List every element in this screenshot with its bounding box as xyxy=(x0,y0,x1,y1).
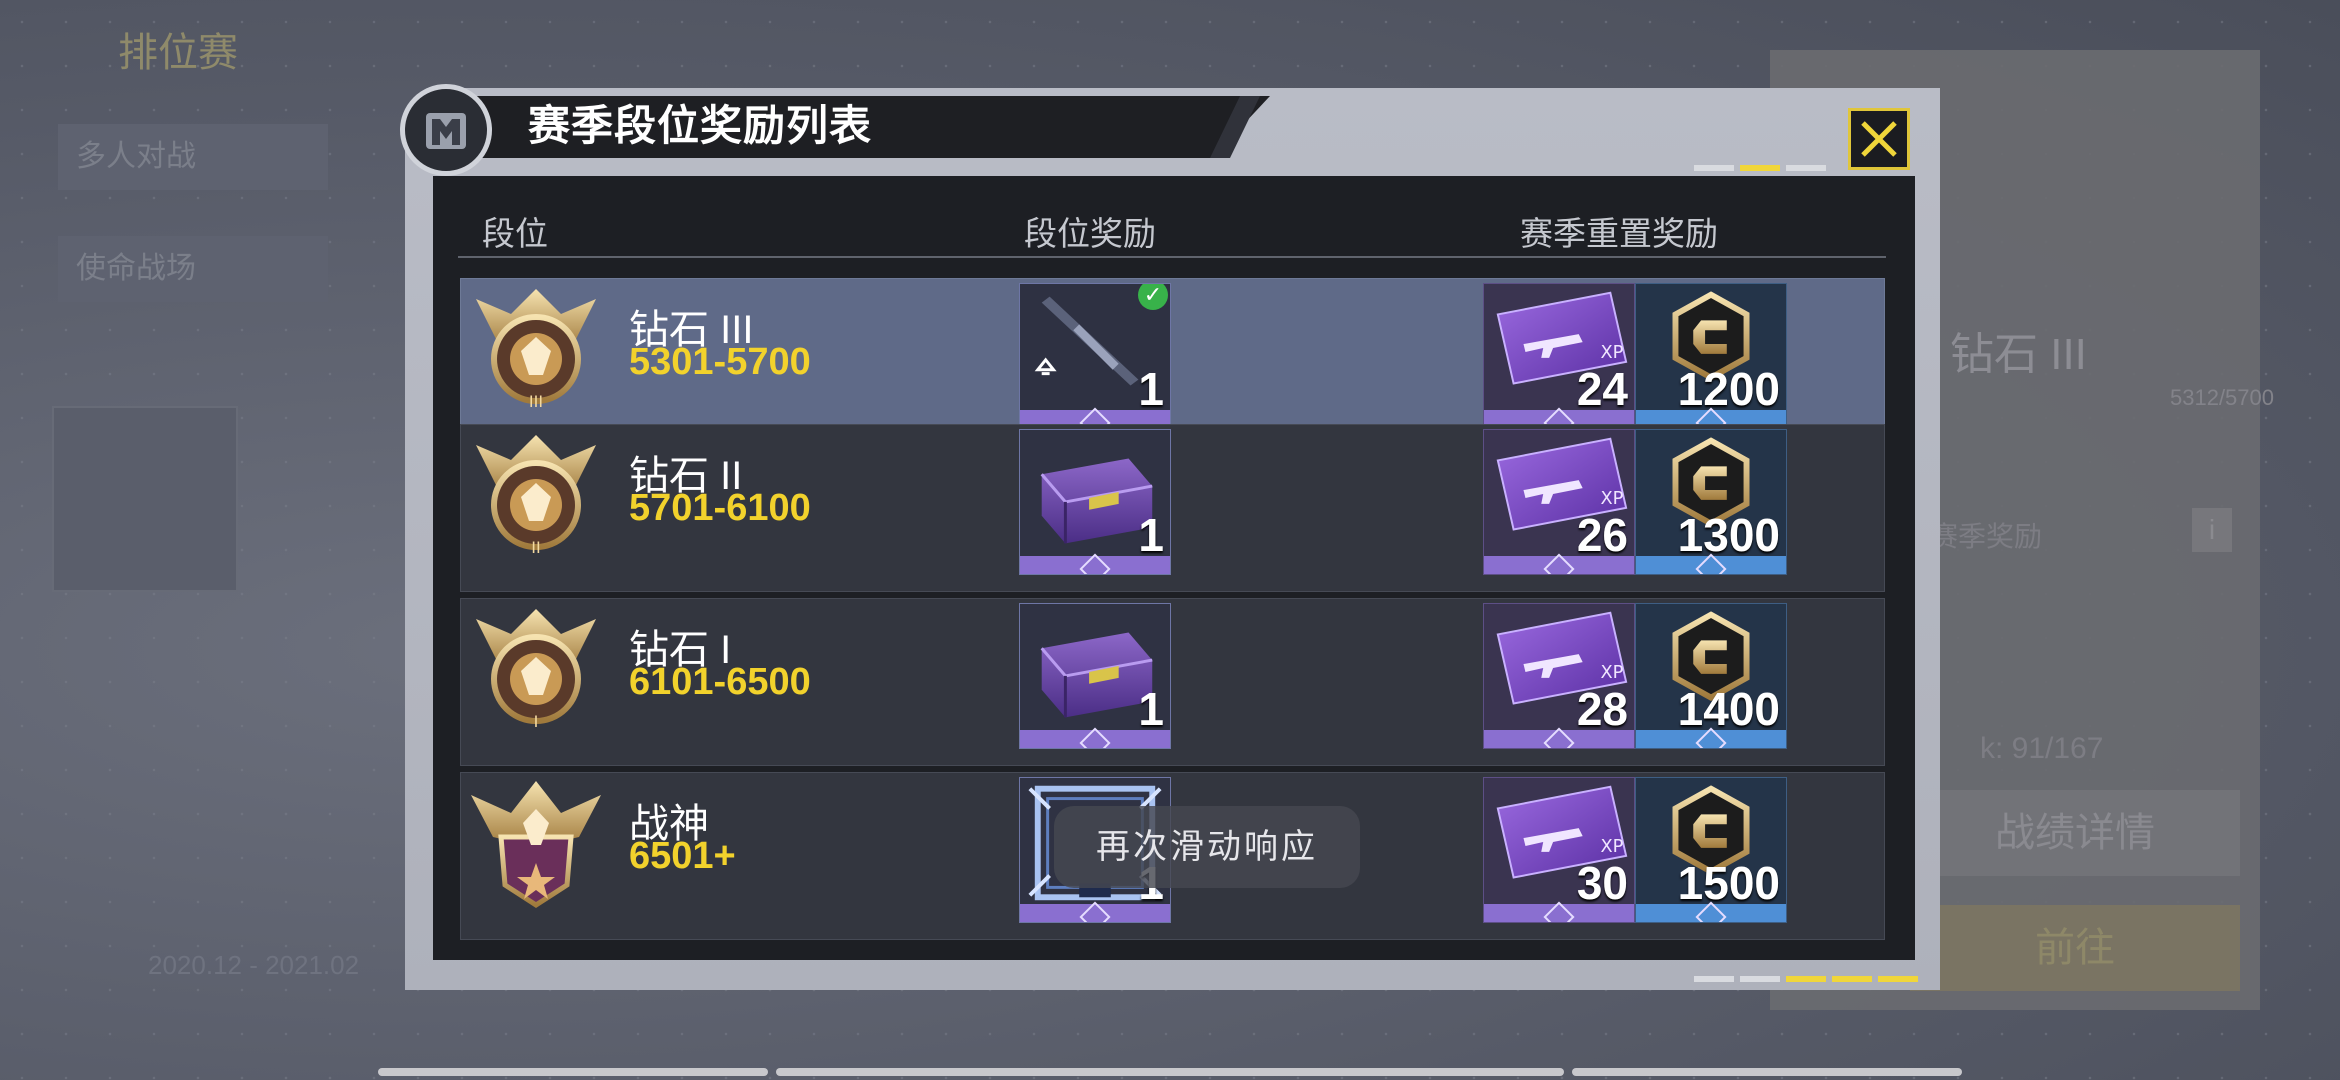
cod-points-tile[interactable]: 1200 xyxy=(1635,283,1787,429)
page-indicator-top xyxy=(1694,165,1826,171)
rank-reward-tile[interactable]: ✓ 1 xyxy=(1019,283,1171,429)
legendary-rank-badge-icon xyxy=(471,781,601,908)
info-icon: i xyxy=(2192,508,2232,552)
rank-row-current[interactable]: III 钻石 III 5301-5700 ✓ 1 XP 24 1200 xyxy=(460,278,1885,446)
rarity-bar xyxy=(1484,553,1634,574)
bg-stat: k: 91/167 xyxy=(1980,732,2104,765)
xp-card-count: 24 xyxy=(1576,363,1628,415)
gem-icon xyxy=(1543,901,1575,922)
header-divider xyxy=(458,256,1886,258)
rank-points-range: 5301-5700 xyxy=(629,341,811,383)
page-indicator-bottom xyxy=(1694,976,1918,982)
diamond-rank-badge-icon: I xyxy=(476,609,596,731)
gem-icon xyxy=(1079,553,1111,574)
page-dot xyxy=(1740,976,1780,982)
reward-count: 1 xyxy=(1138,509,1164,561)
rarity-bar xyxy=(1020,901,1170,922)
gem-icon xyxy=(1695,727,1727,748)
gem-icon xyxy=(1079,727,1111,748)
rarity-bar xyxy=(1636,727,1786,748)
bg-season-rewards-label: 赛季奖励 xyxy=(1930,521,2043,552)
rank-points-range: 5701-6100 xyxy=(629,487,811,529)
season-logo-icon xyxy=(426,113,466,149)
svg-text:XP: XP xyxy=(1600,663,1623,683)
page-dot xyxy=(1694,976,1734,982)
gem-icon xyxy=(1695,553,1727,574)
close-icon xyxy=(1861,121,1897,157)
reward-count: 1 xyxy=(1138,683,1164,735)
page-dot-active xyxy=(1786,976,1826,982)
bg-tab-multiplayer: 多人对战 xyxy=(58,124,328,190)
svg-text:XP: XP xyxy=(1600,343,1623,363)
page-dot-active xyxy=(1740,165,1780,171)
svg-text:II: II xyxy=(531,538,540,557)
rank-row[interactable]: I 钻石 I 6101-6500 1 XP 28 1400 xyxy=(460,598,1885,766)
rarity-bar xyxy=(1020,727,1170,748)
gesture-bar[interactable] xyxy=(776,1068,1564,1076)
svg-text:XP: XP xyxy=(1600,837,1623,857)
xp-card-count: 30 xyxy=(1576,857,1628,909)
rarity-bar xyxy=(1484,901,1634,922)
page-dot xyxy=(1694,165,1734,171)
svg-text:III: III xyxy=(529,392,543,411)
column-header-reset-reward: 赛季重置奖励 xyxy=(1520,215,1718,252)
xp-card-tile[interactable]: XP 24 xyxy=(1483,283,1635,429)
cod-points-count: 1300 xyxy=(1677,509,1780,561)
rarity-bar xyxy=(1636,901,1786,922)
bg-season-card xyxy=(52,406,238,592)
swipe-again-toast: 再次滑动响应 xyxy=(1054,806,1360,888)
gem-icon xyxy=(1543,727,1575,748)
cod-points-count: 1400 xyxy=(1677,683,1780,735)
page-dot-active xyxy=(1878,976,1918,982)
rank-row[interactable]: II 钻石 II 5701-6100 1 XP 26 1300 xyxy=(460,424,1885,592)
page-dot-active xyxy=(1832,976,1872,982)
column-header-rank: 段位 xyxy=(482,215,548,252)
rank-points-range: 6501+ xyxy=(629,835,736,877)
bg-tab-battle-royale: 使命战场 xyxy=(58,236,328,302)
rarity-bar xyxy=(1636,553,1786,574)
xp-card-count: 28 xyxy=(1576,683,1628,735)
xp-card-tile[interactable]: XP 28 xyxy=(1483,603,1635,749)
cod-points-tile[interactable]: 1400 xyxy=(1635,603,1787,749)
gesture-bar[interactable] xyxy=(378,1068,768,1076)
page-dot xyxy=(1786,165,1826,171)
rarity-bar xyxy=(1484,727,1634,748)
svg-text:XP: XP xyxy=(1600,489,1623,509)
diamond-rank-badge-icon: III xyxy=(476,289,596,411)
cod-points-count: 1200 xyxy=(1677,363,1780,415)
xp-card-count: 26 xyxy=(1576,509,1628,561)
cod-points-count: 1500 xyxy=(1677,857,1780,909)
cod-points-tile[interactable]: 1300 xyxy=(1635,429,1787,575)
bg-season-date: 2020.12 - 2021.02 xyxy=(148,950,360,980)
gem-icon xyxy=(1079,901,1111,922)
gem-icon xyxy=(1695,901,1727,922)
gesture-bar[interactable] xyxy=(1572,1068,1962,1076)
bg-current-rank: 钻石 III xyxy=(1950,330,2087,379)
bg-rank-score: 5312/5700 xyxy=(2170,385,2274,410)
svg-text:I: I xyxy=(534,712,539,731)
gem-icon xyxy=(1543,553,1575,574)
diamond-rank-badge-icon: II xyxy=(476,435,596,557)
xp-card-tile[interactable]: XP 26 xyxy=(1483,429,1635,575)
column-header-rank-reward: 段位奖励 xyxy=(1024,215,1156,252)
bg-go-button: 前往 xyxy=(1910,905,2240,991)
bg-mode-title: 排位赛 xyxy=(118,31,238,75)
xp-card-tile[interactable]: XP 30 xyxy=(1483,777,1635,923)
cod-points-tile[interactable]: 1500 xyxy=(1635,777,1787,923)
rarity-bar xyxy=(1020,553,1170,574)
dialog-title: 赛季段位奖励列表 xyxy=(528,102,873,149)
close-button[interactable] xyxy=(1848,108,1910,170)
rank-reward-tile[interactable]: 1 xyxy=(1019,429,1171,575)
rank-points-range: 6101-6500 xyxy=(629,661,811,703)
reward-count: 1 xyxy=(1138,363,1164,415)
rank-reward-tile[interactable]: 1 xyxy=(1019,603,1171,749)
bg-stats-detail-button: 战绩详情 xyxy=(1910,790,2240,876)
